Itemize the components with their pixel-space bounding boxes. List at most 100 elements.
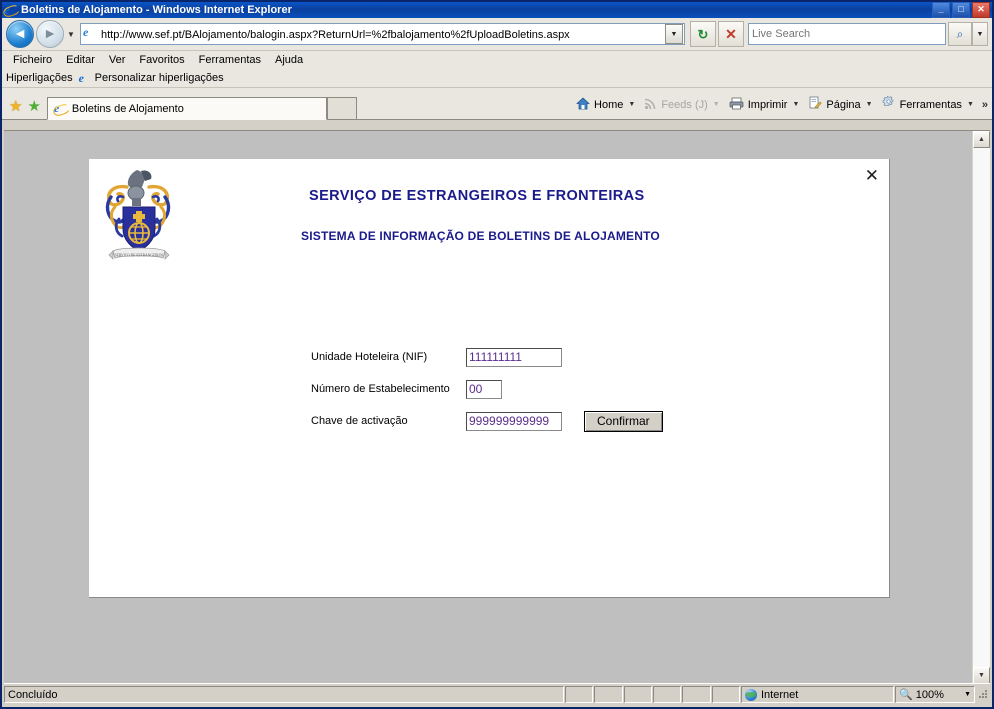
- page-subtitle: SISTEMA DE INFORMAÇÃO DE BOLETINS DE ALO…: [301, 229, 660, 243]
- status-message: Concluído: [4, 686, 564, 703]
- print-label: Imprimir: [747, 98, 788, 111]
- zoom-dropdown-caret[interactable]: ▼: [964, 691, 971, 698]
- menu-item-ver[interactable]: Ver: [102, 53, 133, 67]
- address-dropdown-button[interactable]: ▼: [665, 24, 683, 44]
- page-edit-icon: [808, 96, 822, 113]
- home-button[interactable]: Home: [572, 97, 627, 113]
- chave-activacao-input[interactable]: [466, 411, 562, 431]
- chave-label: Chave de activação: [311, 415, 408, 427]
- stop-icon: ✕: [725, 26, 737, 42]
- address-bar[interactable]: e http://www.sef.pt/BAlojamento/balogin.…: [80, 23, 685, 45]
- minimize-button[interactable]: _: [932, 2, 950, 18]
- confirmar-button[interactable]: Confirmar: [584, 410, 663, 432]
- globe-icon: [744, 688, 757, 701]
- status-pane-6: [711, 686, 740, 703]
- home-dropdown-caret[interactable]: ▼: [627, 101, 640, 108]
- feeds-label: Feeds (J): [661, 98, 708, 111]
- home-icon: [576, 97, 590, 113]
- magnifier-icon: 🔍: [899, 689, 913, 701]
- refresh-button[interactable]: ↻: [690, 21, 716, 47]
- gear-icon: [882, 96, 896, 113]
- close-window-button[interactable]: ✕: [972, 2, 990, 18]
- search-input[interactable]: [749, 28, 945, 40]
- new-tab-button[interactable]: [326, 97, 357, 120]
- menu-item-ferramentas[interactable]: Ferramentas: [192, 53, 268, 67]
- tab-strip: e Boletins de Alojamento: [46, 97, 357, 120]
- print-dropdown-caret[interactable]: ▼: [791, 101, 804, 108]
- ie-logo-icon: e: [2, 2, 22, 19]
- estabelecimento-label: Número de Estabelecimento: [311, 383, 450, 395]
- nif-label: Unidade Hoteleira (NIF): [311, 351, 428, 363]
- ie-logo-icon: e: [51, 101, 72, 118]
- links-bar-label: Hiperligações: [6, 72, 73, 84]
- login-form: Unidade Hoteleira (NIF) Número de Estabe…: [311, 341, 663, 437]
- status-pane-5: [682, 686, 711, 703]
- status-pane-2: [594, 686, 623, 703]
- status-pane-3: [623, 686, 652, 703]
- close-icon[interactable]: ✕: [865, 167, 879, 184]
- search-go-button[interactable]: ⌕: [948, 22, 972, 46]
- printer-icon: [729, 97, 744, 113]
- menu-item-ajuda[interactable]: Ajuda: [268, 53, 310, 67]
- feeds-dropdown-caret[interactable]: ▼: [712, 101, 725, 108]
- page-viewport: ✕ SERVICO DE ESTRANGEIROS SERVIÇO DE EST…: [4, 130, 990, 684]
- menu-item-ficheiro[interactable]: Ficheiro: [6, 53, 59, 67]
- search-box[interactable]: [748, 23, 946, 45]
- address-url-text[interactable]: http://www.sef.pt/BAlojamento/balogin.as…: [101, 28, 665, 41]
- navigation-toolbar: ◄ ► ▼ e http://www.sef.pt/BAlojamento/ba…: [2, 18, 992, 51]
- tools-menu-button[interactable]: Ferramentas: [878, 96, 966, 113]
- page-title: SERVIÇO DE ESTRANGEIROS E FRONTEIRAS: [309, 188, 645, 204]
- tab-bar: ★ ★ e Boletins de Alojamento Home ▼ Feed…: [2, 88, 992, 120]
- page-icon: e: [83, 25, 89, 39]
- status-bar: Concluído Internet 🔍 100% ▼: [4, 683, 990, 705]
- search-icon: ⌕: [956, 26, 964, 41]
- zoom-level-label: 100%: [915, 688, 944, 701]
- menu-bar: Ficheiro Editar Ver Favoritos Ferramenta…: [2, 51, 992, 69]
- history-dropdown-button[interactable]: ▼: [64, 21, 78, 47]
- title-bar: e Boletins de Alojamento - Windows Inter…: [2, 2, 992, 19]
- scroll-down-button[interactable]: ▼: [973, 667, 990, 684]
- page-menu-button[interactable]: Página: [804, 96, 864, 113]
- forward-arrow-icon: ►: [43, 25, 57, 41]
- scroll-up-button[interactable]: ▲: [973, 131, 990, 148]
- search-provider-dropdown[interactable]: ▼: [972, 22, 988, 46]
- security-zone-indicator[interactable]: Internet: [740, 686, 895, 703]
- menu-item-editar[interactable]: Editar: [59, 53, 102, 67]
- tools-menu-label: Ferramentas: [899, 98, 962, 111]
- page-dropdown-caret[interactable]: ▼: [865, 101, 878, 108]
- add-to-favorites-icon[interactable]: ★: [27, 99, 40, 114]
- links-bar: Hiperligações e Personalizar hiperligaçõ…: [2, 69, 992, 88]
- tab-boletins-de-alojamento[interactable]: e Boletins de Alojamento: [46, 97, 327, 120]
- ie-logo-icon: e: [78, 70, 84, 85]
- feeds-icon: [644, 97, 657, 113]
- window-title: Boletins de Alojamento - Windows Interne…: [21, 4, 292, 16]
- print-button[interactable]: Imprimir: [725, 97, 792, 113]
- resize-grip[interactable]: [976, 688, 989, 702]
- command-bar-overflow-button[interactable]: »: [979, 99, 988, 111]
- back-button[interactable]: ◄: [6, 20, 34, 48]
- security-zone-label: Internet: [760, 688, 799, 701]
- window-controls: _ □ ✕: [932, 2, 991, 18]
- stop-button[interactable]: ✕: [718, 21, 744, 47]
- svg-text:SERVICO DE ESTRANGEIROS: SERVICO DE ESTRANGEIROS: [115, 254, 164, 258]
- nif-input[interactable]: [466, 347, 562, 367]
- feeds-button[interactable]: Feeds (J): [640, 97, 711, 113]
- maximize-button[interactable]: □: [952, 2, 970, 18]
- ie-browser-window: e Boletins de Alojamento - Windows Inter…: [0, 0, 994, 709]
- field-row-nif: Unidade Hoteleira (NIF): [311, 341, 663, 373]
- favorites-controls: ★ ★: [7, 99, 47, 119]
- menu-item-favoritos[interactable]: Favoritos: [132, 53, 191, 67]
- refresh-icon: ↻: [697, 26, 709, 42]
- favorites-center-icon[interactable]: ★: [9, 99, 22, 114]
- home-label: Home: [594, 98, 624, 111]
- forward-button[interactable]: ►: [36, 20, 64, 48]
- link-personalizar-hiperligacoes[interactable]: e Personalizar hiperligações: [78, 70, 224, 85]
- zoom-control[interactable]: 🔍 100% ▼: [895, 686, 976, 703]
- field-row-estabelecimento: Número de Estabelecimento: [311, 373, 663, 405]
- back-arrow-icon: ◄: [13, 25, 27, 41]
- estabelecimento-input[interactable]: [466, 379, 502, 399]
- page-menu-label: Página: [826, 98, 861, 111]
- vertical-scrollbar[interactable]: ▲ ▼: [972, 131, 990, 684]
- tools-dropdown-caret[interactable]: ▼: [966, 101, 979, 108]
- status-pane-4: [652, 686, 682, 703]
